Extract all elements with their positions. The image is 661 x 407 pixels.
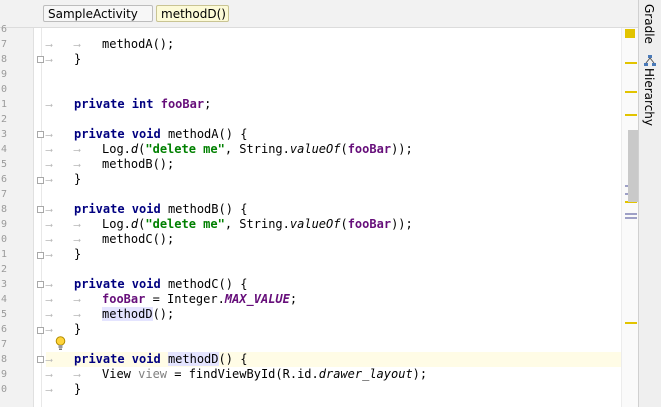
line-number: 0 xyxy=(0,84,7,95)
code-line: ⟶ ⟶ fooBar = Integer.MAX_VALUE; xyxy=(46,292,298,306)
fold-toggle-icon[interactable] xyxy=(37,356,44,363)
breadcrumb-class[interactable]: SampleActivity xyxy=(43,5,153,22)
breadcrumb-bar: SampleActivity methodD() xyxy=(0,0,638,28)
hierarchy-icon xyxy=(644,52,656,66)
scrollbar-thumb[interactable] xyxy=(628,130,638,202)
line-number: 8 xyxy=(0,204,7,215)
code-line: ⟶ private void methodC() { xyxy=(46,277,248,291)
breadcrumb-method[interactable]: methodD() xyxy=(156,5,229,22)
fold-toggle-icon[interactable] xyxy=(37,177,44,184)
code-line: ⟶ ⟶ View view = findViewById(R.id.drawer_l… xyxy=(46,367,428,381)
code-line: ⟶ private int fooBar; xyxy=(46,97,212,111)
code-line: ⟶} xyxy=(46,247,82,261)
line-number: 7 xyxy=(0,189,7,200)
line-number: 6 xyxy=(0,174,7,185)
line-number: 8 xyxy=(0,354,7,365)
line-number: 4 xyxy=(0,294,7,305)
line-number: 8 xyxy=(0,54,7,65)
line-number: 7 xyxy=(0,39,7,50)
code-line: ⟶ ⟶ Log.d("delete me", String.valueOf(fooB… xyxy=(46,142,413,156)
error-stripe[interactable] xyxy=(621,28,639,407)
line-number: 1 xyxy=(0,99,7,110)
line-number: 6 xyxy=(0,24,7,35)
inspection-status-icon[interactable] xyxy=(625,29,635,38)
fold-toggle-icon[interactable] xyxy=(37,252,44,259)
line-number: 3 xyxy=(0,129,7,140)
code-line: ⟶ private void methodA() { xyxy=(46,127,248,141)
line-number: 5 xyxy=(0,309,7,320)
code-editor[interactable]: ⟶ ⟶ methodA(); ⟶} ⟶ private int fooBar; ⟶ pr… xyxy=(46,28,638,407)
tool-window-strip: Gradle Hierarchy xyxy=(638,0,661,407)
warning-marker[interactable] xyxy=(625,322,637,324)
tab-gradle[interactable]: Gradle xyxy=(642,4,656,44)
fold-guide xyxy=(41,28,42,407)
code-line: ⟶} xyxy=(46,382,82,396)
line-number: 5 xyxy=(0,159,7,170)
usage-marker[interactable] xyxy=(625,213,637,215)
code-line: ⟶ ⟶ methodA(); xyxy=(46,37,175,51)
warning-marker[interactable] xyxy=(625,114,637,116)
warning-marker[interactable] xyxy=(625,62,637,64)
line-number: 2 xyxy=(0,114,7,125)
code-line: ⟶ ⟶ methodC(); xyxy=(46,232,175,246)
fold-toggle-icon[interactable] xyxy=(37,206,44,213)
fold-toggle-icon[interactable] xyxy=(37,131,44,138)
line-number: 0 xyxy=(0,234,7,245)
line-number: 9 xyxy=(0,69,7,80)
line-number: 7 xyxy=(0,339,7,350)
code-line: ⟶ private void methodB() { xyxy=(46,202,248,216)
line-number: 2 xyxy=(0,264,7,275)
line-number: 9 xyxy=(0,369,7,380)
code-line: ⟶} xyxy=(46,52,82,66)
line-number: 3 xyxy=(0,279,7,290)
lightbulb-icon[interactable] xyxy=(55,336,66,351)
code-line: ⟶} xyxy=(46,322,82,336)
line-number: 9 xyxy=(0,219,7,230)
code-line-current: ⟶ private void methodD() { xyxy=(46,352,638,367)
warning-marker[interactable] xyxy=(625,91,637,93)
line-number: 0 xyxy=(0,384,7,395)
fold-toggle-icon[interactable] xyxy=(37,281,44,288)
line-number: 6 xyxy=(0,324,7,335)
code-line: ⟶ ⟶ methodD(); xyxy=(46,307,175,321)
tab-hierarchy[interactable]: Hierarchy xyxy=(642,68,656,126)
line-number: 4 xyxy=(0,144,7,155)
editor-gutter: 6 7 8 9 0 1 2 3 4 5 6 7 8 9 0 1 2 3 4 5 … xyxy=(0,24,34,407)
code-line: ⟶ ⟶ Log.d("delete me", String.valueOf(fooB… xyxy=(46,217,413,231)
code-line: ⟶} xyxy=(46,172,82,186)
fold-toggle-icon[interactable] xyxy=(37,327,44,334)
line-number: 1 xyxy=(0,249,7,260)
fold-toggle-icon[interactable] xyxy=(37,56,44,63)
usage-marker[interactable] xyxy=(625,217,637,219)
code-line: ⟶ ⟶ methodB(); xyxy=(46,157,175,171)
